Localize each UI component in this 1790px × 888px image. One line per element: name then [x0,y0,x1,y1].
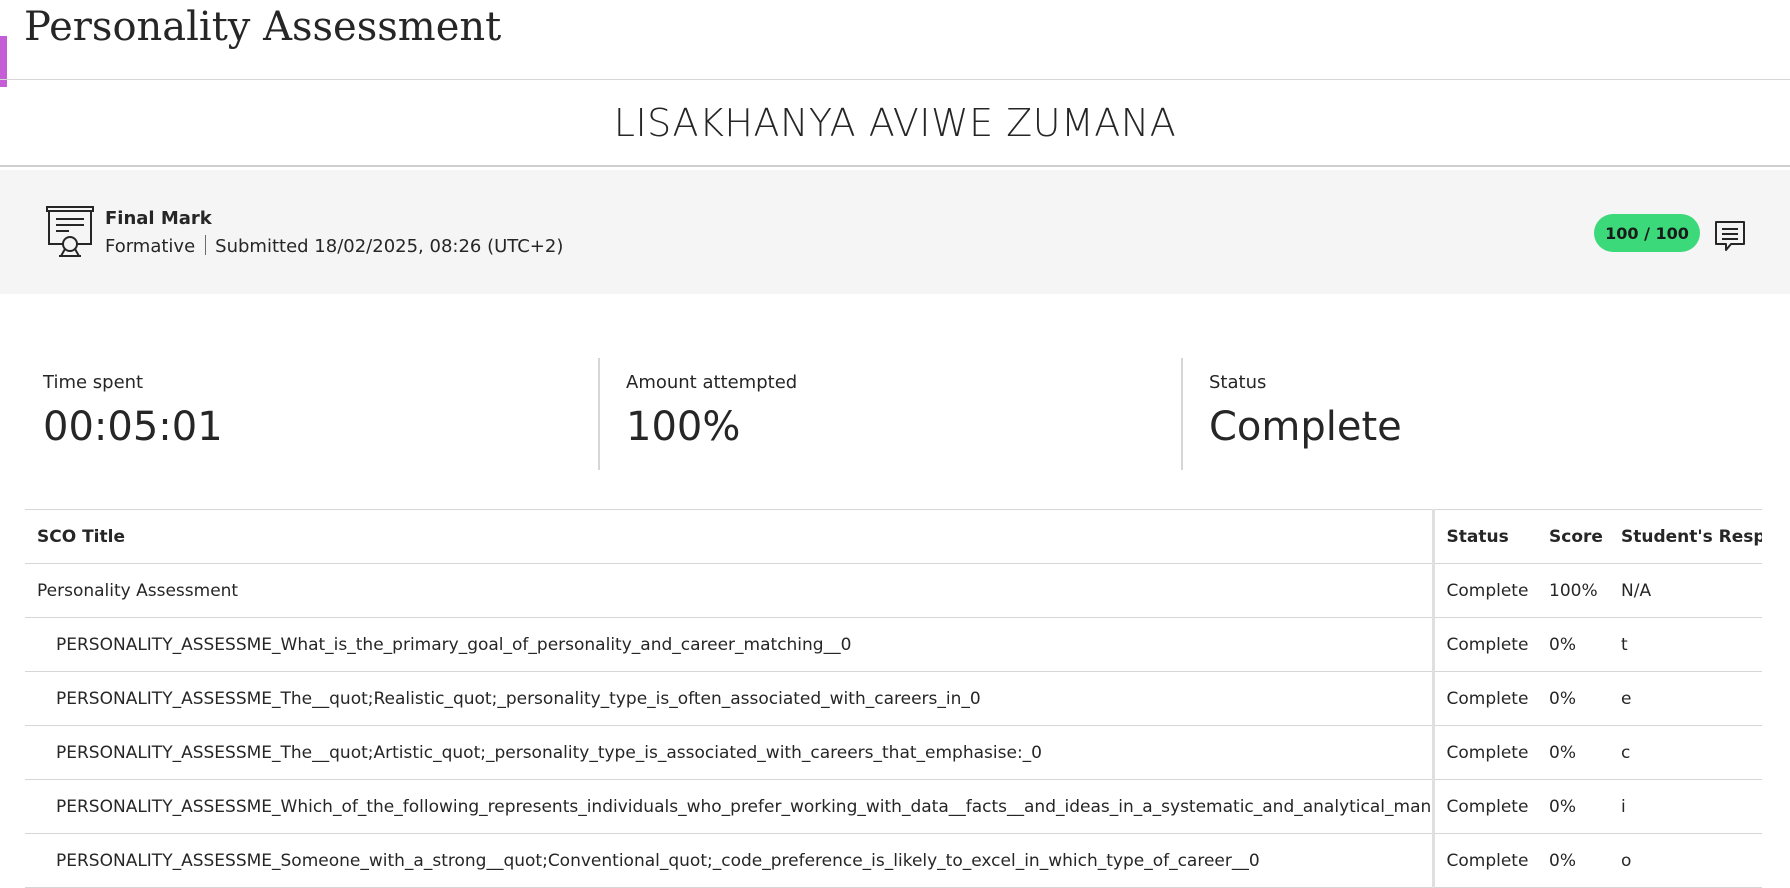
score-cell: 0% [1537,725,1609,780]
grade-detail-page: Personality Assessment LISAKHANYA AVIWE … [0,0,1790,888]
status-cell: Complete [1433,833,1537,888]
status-cell: Complete [1433,563,1537,618]
meta-separator [205,235,207,255]
response-cell: c [1609,725,1762,780]
stat-label: Time spent [43,372,144,393]
grade-type: Formative [105,236,196,257]
score-cell: 0% [1537,779,1609,834]
column-header-score[interactable]: Score [1537,509,1609,564]
submitted-date: Submitted 18/02/2025, 08:26 (UTC+2) [215,236,564,257]
sco-title-cell: PERSONALITY_ASSESSME_The__quot;Realistic… [25,671,1435,726]
score-cell: 0% [1537,833,1609,888]
sco-title-cell: Personality Assessment [25,563,1435,618]
stat-divider [1181,358,1183,470]
final-mark-label: Final Mark [105,208,212,229]
response-cell: e [1609,671,1762,726]
stat-status: Status Complete [1209,356,1769,472]
stat-value: Complete [1209,404,1402,450]
comment-icon[interactable] [1714,220,1746,252]
response-cell: N/A [1609,563,1762,618]
sco-title-cell: PERSONALITY_ASSESSME_Which_of_the_follow… [25,779,1435,834]
table-row: PERSONALITY_ASSESSME_What_is_the_primary… [25,617,1762,672]
stat-label: Status [1209,372,1267,393]
score-pill[interactable]: 100 / 100 [1594,214,1700,252]
stat-amount-attempted: Amount attempted 100% [626,356,1186,472]
table-row: PERSONALITY_ASSESSME_The__quot;Artistic_… [25,725,1762,780]
status-cell: Complete [1433,671,1537,726]
score-cell: 0% [1537,617,1609,672]
stat-time-spent: Time spent 00:05:01 [43,356,603,472]
response-cell: t [1609,617,1762,672]
sco-title-cell: PERSONALITY_ASSESSME_What_is_the_primary… [25,617,1435,672]
column-header-response[interactable]: Student's Respo [1609,509,1762,564]
response-cell: o [1609,833,1762,888]
score-cell: 0% [1537,671,1609,726]
stat-value: 100% [626,404,741,450]
name-divider [0,165,1790,167]
status-cell: Complete [1433,725,1537,780]
student-name: LISAKHANYA AVIWE ZUMANA [613,101,1177,145]
stat-label: Amount attempted [626,372,798,393]
sco-table: SCO Title Status Score Student's Respo P… [25,509,1762,888]
grade-summary: Final Mark Formative Submitted 18/02/2025… [0,170,1790,294]
sco-table-container[interactable]: SCO Title Status Score Student's Respo P… [25,509,1762,888]
stat-divider [598,358,600,470]
table-row: PERSONALITY_ASSESSME_Which_of_the_follow… [25,779,1762,834]
status-cell: Complete [1433,617,1537,672]
table-row: PERSONALITY_ASSESSME_The__quot;Realistic… [25,671,1762,726]
page-title: Personality Assessment [24,4,502,50]
column-header-status[interactable]: Status [1433,509,1537,564]
grade-meta: Formative Submitted 18/02/2025, 08:26 (UT… [105,235,563,259]
header-divider [0,79,1790,80]
status-cell: Complete [1433,779,1537,834]
certificate-icon [46,206,94,257]
stat-value: 00:05:01 [43,404,223,450]
table-header-row: SCO Title Status Score Student's Respo [25,509,1762,564]
table-row: PERSONALITY_ASSESSME_Someone_with_a_stro… [25,833,1762,888]
sco-title-cell: PERSONALITY_ASSESSME_The__quot;Artistic_… [25,725,1435,780]
sco-title-cell: PERSONALITY_ASSESSME_Someone_with_a_stro… [25,833,1435,888]
response-cell: i [1609,779,1762,834]
score-cell: 100% [1537,563,1609,618]
column-header-sco-title[interactable]: SCO Title [25,509,1435,564]
table-row: Personality Assessment Complete 100% N/A [25,563,1762,618]
